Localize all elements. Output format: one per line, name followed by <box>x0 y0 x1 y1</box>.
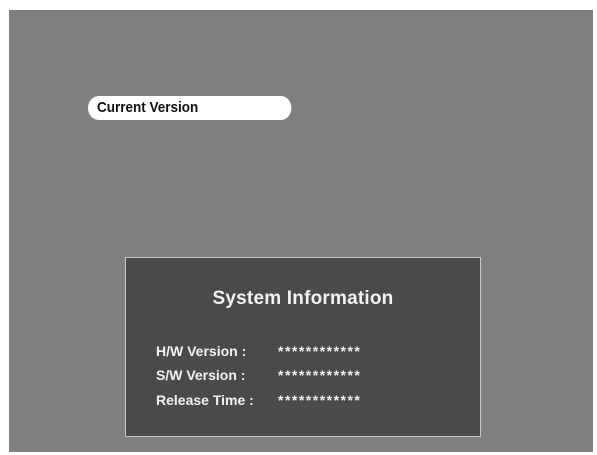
current-version-menu-item[interactable]: Current Version <box>88 96 292 120</box>
release-time-label: Release Time : <box>156 392 254 408</box>
sw-version-row: S/W Version : ************ <box>156 364 361 386</box>
hw-version-value: ************ <box>278 343 362 359</box>
sw-version-label: S/W Version : <box>156 367 246 383</box>
release-time-value: ************ <box>278 392 362 408</box>
release-time-row: Release Time : ************ <box>156 389 361 411</box>
osd-screen: Current Version System Information H/W V… <box>9 10 593 452</box>
hw-version-row: H/W Version : ************ <box>156 340 361 362</box>
sw-version-value: ************ <box>278 367 362 383</box>
system-information-panel: System Information H/W Version : ********… <box>125 257 481 437</box>
system-information-title: System Information <box>212 288 394 309</box>
hw-version-label: H/W Version : <box>156 343 247 359</box>
